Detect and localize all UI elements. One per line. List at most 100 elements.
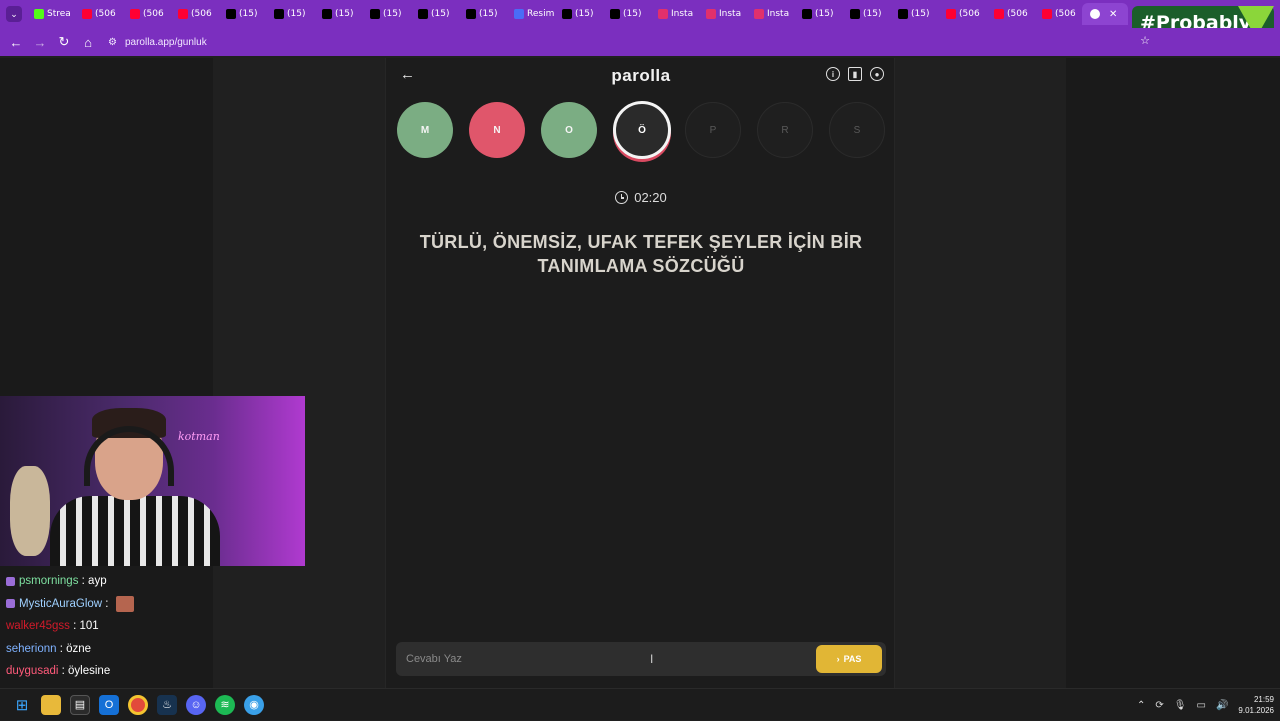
browser-tab[interactable]: (15) <box>218 3 266 25</box>
outlook-icon[interactable]: O <box>99 694 119 715</box>
x-icon <box>562 9 572 19</box>
spotify-icon[interactable]: ≋ <box>215 694 235 715</box>
chat-message: duygusadi : öylesine <box>6 660 207 683</box>
chat-text: öylesine <box>68 665 111 678</box>
url-field[interactable]: ⚙ parolla.app/gunluk <box>108 37 207 48</box>
timer: 02:20 <box>386 190 896 205</box>
chat-username: duygusadi <box>6 665 59 678</box>
browser-tab[interactable]: Insta <box>746 3 794 25</box>
browser-tab[interactable]: (506 <box>1034 3 1082 25</box>
tab-label: (15) <box>239 9 258 19</box>
youtube-icon <box>946 9 956 19</box>
letter-wheel: MNOÖPRS <box>397 101 887 162</box>
browser-tab[interactable]: Insta <box>650 3 698 25</box>
tab-parolla-active[interactable]: ◐ ✕ <box>1082 3 1128 25</box>
steam-icon[interactable]: ♨ <box>157 694 177 715</box>
profile-icon[interactable]: ● <box>870 67 884 81</box>
browser-tab[interactable]: (506 <box>938 3 986 25</box>
subscriber-badge-icon <box>6 599 15 609</box>
volume-icon[interactable]: 🔊 <box>1216 700 1228 711</box>
header-icons: i ▮ ● <box>826 67 884 81</box>
browser-tab[interactable]: (15) <box>410 3 458 25</box>
windows-start-icon[interactable]: ⊞ <box>12 695 32 715</box>
chevron-right-icon: › <box>836 654 840 664</box>
tab-label: (15) <box>335 9 354 19</box>
browser-tab[interactable]: (15) <box>458 3 506 25</box>
chevron-up-icon[interactable]: ⌃ <box>1137 700 1145 711</box>
back-button[interactable]: ← <box>4 35 28 50</box>
reload-button[interactable]: ↻ <box>52 34 76 50</box>
close-tab-icon[interactable]: ✕ <box>1109 9 1117 20</box>
browser-tab[interactable]: (15) <box>842 3 890 25</box>
x-icon <box>226 9 236 19</box>
tab-search-button[interactable]: ⌄ <box>6 6 22 22</box>
browser-tab[interactable]: Insta <box>698 3 746 25</box>
bookmark-star-icon[interactable]: ☆ <box>1140 34 1150 47</box>
answer-input[interactable] <box>406 649 816 669</box>
tab-label: (15) <box>815 9 834 19</box>
kick-icon <box>34 9 44 19</box>
chat-separator: : <box>78 575 89 588</box>
browser-tab[interactable]: (15) <box>602 3 650 25</box>
address-bar: ← → ↻ ⌂ ⚙ parolla.app/gunluk ☆ <box>0 28 1280 56</box>
subscriber-badge-icon <box>6 576 15 586</box>
file-explorer-icon[interactable] <box>41 694 61 715</box>
app-icon[interactable]: ◉ <box>244 694 264 715</box>
browser-tab[interactable]: (506 <box>170 3 218 25</box>
site-info-icon[interactable]: ⚙ <box>108 37 117 48</box>
store-icon[interactable]: ▤ <box>70 694 90 715</box>
letter-current: Ö <box>613 101 671 159</box>
parolla-app: ← parolla i ▮ ● MNOÖPRS 02:20 TÜRLÜ, ÖNE… <box>385 58 895 688</box>
x-icon <box>274 9 284 19</box>
browser-tab[interactable]: (15) <box>794 3 842 25</box>
browser-tab[interactable]: (15) <box>362 3 410 25</box>
tab-label: (15) <box>431 9 450 19</box>
home-button[interactable]: ⌂ <box>76 35 100 50</box>
forward-button[interactable]: → <box>28 35 52 50</box>
display-icon[interactable]: ▭ <box>1197 700 1206 711</box>
browser-tab[interactable]: (506 <box>986 3 1034 25</box>
chat-separator: : <box>58 665 69 678</box>
microphone-icon[interactable]: 🎙 <box>1174 700 1187 711</box>
x-icon <box>850 9 860 19</box>
clock-icon <box>615 191 629 204</box>
tab-label: Strea <box>47 9 71 19</box>
chrome-icon[interactable] <box>128 694 148 715</box>
tab-bar: ⌄ Strea (506 (506 (506 (15) (15) (15) (15) (15) (… <box>0 0 1280 28</box>
discord-icon[interactable]: ☺ <box>186 694 206 715</box>
address-bar-actions: ☆ <box>1140 34 1270 47</box>
browser-tab[interactable]: (15) <box>890 3 938 25</box>
browser-tab[interactable]: (506 <box>122 3 170 25</box>
tab-label: Insta <box>767 9 790 19</box>
chat-message: psmornings : ayp <box>6 570 207 593</box>
browser-tab[interactable]: (15) <box>554 3 602 25</box>
info-icon[interactable]: i <box>826 67 840 81</box>
pass-label: PAS <box>843 654 862 664</box>
stats-icon[interactable]: ▮ <box>848 67 862 81</box>
image-icon <box>514 9 524 19</box>
question-text: TÜRLÜ, ÖNEMSİZ, UFAK TEFEK ŞEYLER İÇİN B… <box>419 232 863 276</box>
browser-tab[interactable]: (506 <box>74 3 122 25</box>
url-text: parolla.app/gunluk <box>124 36 207 48</box>
chat-message: seherionn : özne <box>6 638 207 661</box>
system-tray: ⌃ ⟳ 🎙 ▭ 🔊 21:59 9.01.2026 <box>1137 689 1274 721</box>
letter-correct: M <box>397 102 453 158</box>
system-clock[interactable]: 21:59 9.01.2026 <box>1238 694 1274 716</box>
parolla-favicon-icon: ◐ <box>1090 9 1100 19</box>
instagram-icon <box>658 9 668 19</box>
x-icon <box>610 9 620 19</box>
clock-date: 9.01.2026 <box>1238 706 1274 715</box>
tab-label: Resim <box>527 9 554 19</box>
browser-tab[interactable]: (15) <box>314 3 362 25</box>
browser-tab[interactable]: Resim <box>506 3 554 25</box>
x-icon <box>466 9 476 19</box>
browser-tab[interactable]: (15) <box>266 3 314 25</box>
chat-text: ayp <box>88 575 107 588</box>
x-icon <box>802 9 812 19</box>
pass-button[interactable]: › PAS <box>816 645 882 673</box>
timer-text: 02:20 <box>634 190 667 205</box>
instagram-icon <box>706 9 716 19</box>
letter-pending: S <box>829 102 885 158</box>
sync-icon[interactable]: ⟳ <box>1155 700 1163 711</box>
browser-tab[interactable]: Strea <box>26 3 74 25</box>
